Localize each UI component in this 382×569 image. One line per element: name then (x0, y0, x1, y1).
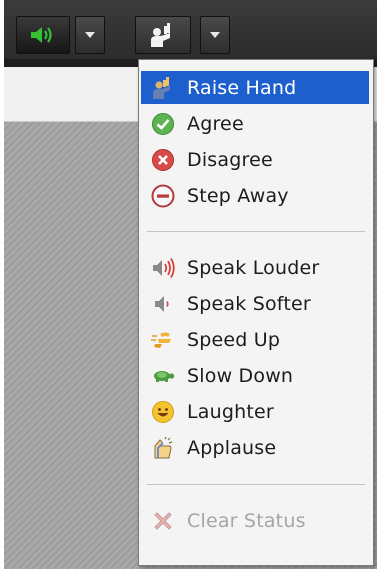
speaker-dropdown-button[interactable] (75, 16, 105, 54)
menu-item-speak-louder[interactable]: Speak Louder (141, 251, 369, 284)
menu-item-label: Raise Hand (187, 76, 297, 99)
menu-separator (147, 231, 365, 232)
laughter-icon (151, 400, 175, 424)
menu-item-speak-softer[interactable]: Speak Softer (141, 287, 369, 320)
applause-icon (151, 436, 175, 460)
menu-item-disagree[interactable]: Disagree (141, 143, 369, 176)
menu-item-label: Speak Softer (187, 292, 311, 315)
chevron-down-icon (85, 32, 95, 38)
menu-item-label: Step Away (187, 184, 289, 207)
menu-item-laughter[interactable]: Laughter (141, 395, 369, 428)
menu-item-label: Applause (187, 436, 277, 459)
menu-item-speed-up[interactable]: Speed Up (141, 323, 369, 356)
menu-item-label: Agree (187, 112, 244, 135)
menu-item-label: Speak Louder (187, 256, 320, 279)
menu-item-slow-down[interactable]: Slow Down (141, 359, 369, 392)
speaker-button[interactable] (16, 16, 70, 54)
speak-louder-icon (151, 256, 175, 280)
speaker-icon (31, 27, 52, 43)
menu-item-label: Laughter (187, 400, 274, 423)
raise-hand-icon (151, 23, 170, 47)
step-away-icon (151, 184, 175, 208)
disagree-x-icon (151, 148, 175, 172)
menu-item-applause[interactable]: Applause (141, 431, 369, 464)
menu-item-label: Disagree (187, 148, 273, 171)
menu-item-label: Slow Down (187, 364, 294, 387)
toolbar (4, 0, 377, 59)
status-menu: Raise Hand Agree Disagree Step Away Spea… (138, 59, 374, 566)
menu-item-raise-hand[interactable]: Raise Hand (141, 71, 369, 104)
menu-item-label: Speed Up (187, 328, 281, 351)
slow-down-turtle-icon (151, 364, 175, 388)
menu-item-label: Clear Status (187, 509, 306, 532)
speed-up-icon (151, 328, 175, 352)
menu-item-step-away[interactable]: Step Away (141, 179, 369, 212)
raise-hand-icon (151, 76, 175, 100)
menu-separator (147, 484, 365, 485)
status-dropdown-button[interactable] (200, 16, 230, 54)
app-window: Raise Hand Agree Disagree Step Away Spea… (4, 0, 377, 569)
menu-item-clear-status[interactable]: Clear Status (141, 504, 369, 537)
speak-softer-icon (151, 292, 175, 316)
menu-item-agree[interactable]: Agree (141, 107, 369, 140)
chevron-down-icon (210, 32, 220, 38)
agree-check-icon (151, 112, 175, 136)
clear-status-icon (151, 509, 175, 533)
status-button[interactable] (135, 16, 191, 54)
